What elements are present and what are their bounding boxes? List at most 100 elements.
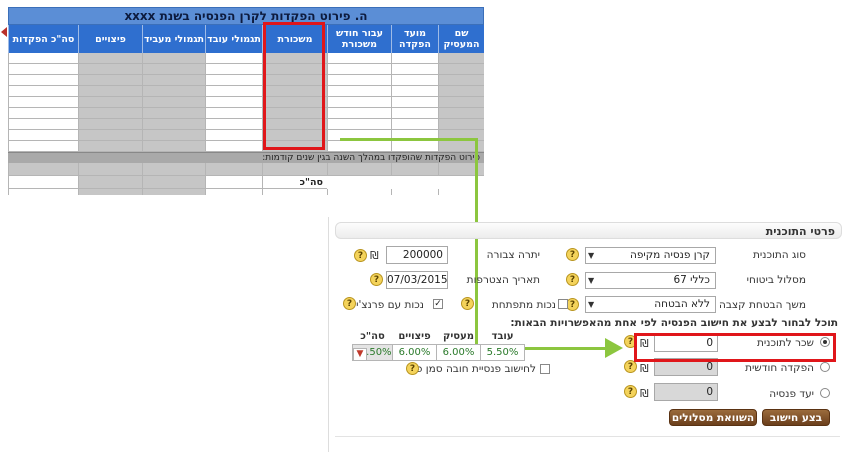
table-cell-salary_month[interactable] — [327, 53, 391, 64]
join-date-label: תאריך הצטרפות — [466, 274, 540, 286]
mandatory-pension-checkbox[interactable] — [540, 364, 550, 374]
table-cell-severance — [78, 141, 142, 152]
table-row — [8, 75, 484, 86]
table-cell-salary_month[interactable] — [327, 64, 391, 75]
table-cell-salary_month[interactable] — [327, 97, 391, 108]
table-cell-employee_contrib[interactable] — [205, 141, 262, 152]
table-cell-employee_contrib[interactable] — [205, 53, 262, 64]
option-monthly-radio[interactable] — [820, 362, 830, 372]
mandatory-pension-help-icon[interactable]: ? — [406, 362, 419, 375]
total-cell-severance — [78, 176, 142, 189]
table-cell-deposit_date[interactable] — [391, 119, 438, 130]
table-cell-employer_name — [438, 53, 484, 64]
developing-disability-help-icon[interactable]: ? — [461, 297, 474, 310]
table-cell-employee_contrib[interactable] — [205, 64, 262, 75]
table-cell-salary_month[interactable] — [327, 119, 391, 130]
table-cell-severance — [78, 130, 142, 141]
column-header-total_deposits: סה"כ הפקדות — [8, 25, 78, 53]
table-cell-employee_contrib[interactable] — [205, 130, 262, 141]
dropdown-arrow-icon: ▼ — [588, 300, 595, 309]
column-header-deposit_date: מועד הפקדה — [391, 25, 438, 53]
table-row — [8, 64, 484, 75]
table-cell-deposit_date[interactable] — [391, 75, 438, 86]
panel-bottom-border — [335, 436, 840, 441]
table-cell-total_deposits[interactable] — [8, 130, 78, 141]
prior-years-cell — [262, 163, 327, 176]
salary-option-highlight — [634, 333, 836, 362]
option-monthly-currency: ₪ — [640, 362, 649, 375]
rate-header-severance: פיצויים — [398, 331, 431, 342]
balance-label: יתרה צבורה — [486, 249, 540, 261]
insurance-track-help-icon[interactable]: ? — [566, 273, 579, 286]
table-cell-deposit_date[interactable] — [391, 64, 438, 75]
table-cell-total_deposits[interactable] — [8, 64, 78, 75]
table-cell-total_deposits[interactable] — [8, 53, 78, 64]
join-date-input[interactable]: 07/03/2015 — [386, 271, 448, 289]
table-cell-salary_month[interactable] — [327, 75, 391, 86]
table-cell-employer_contrib — [142, 141, 205, 152]
option-target-label: יעד פנסיה — [769, 388, 814, 400]
table-cell-total_deposits[interactable] — [8, 119, 78, 130]
rate-employer-value[interactable]: 6.00% — [436, 344, 481, 361]
table-cell-salary_month[interactable] — [327, 141, 391, 152]
table-cell-total_deposits[interactable] — [8, 86, 78, 97]
table-cell-severance — [78, 64, 142, 75]
insurance-track-select[interactable]: כללי 67 ▼ — [585, 272, 716, 289]
option-target-input[interactable]: 0 — [654, 383, 718, 401]
table-cell-total_deposits[interactable] — [8, 141, 78, 152]
table-cell-deposit_date[interactable] — [391, 86, 438, 97]
total-cell-total_deposits — [8, 176, 78, 189]
rate-employee-value[interactable]: 5.50% — [480, 344, 525, 361]
franchise-help-icon[interactable]: ? — [343, 297, 356, 310]
table-cell-employee_contrib[interactable] — [205, 75, 262, 86]
balance-help-icon[interactable]: ? — [354, 249, 367, 262]
dropdown-arrow-icon: ▼ — [588, 251, 595, 260]
option-target-help-icon[interactable]: ? — [624, 385, 637, 398]
rates-dropdown-icon[interactable]: ▼ — [353, 348, 367, 361]
column-header-severance: פיצויים — [78, 25, 142, 53]
table-cell-total_deposits[interactable] — [8, 75, 78, 86]
rate-severance-value[interactable]: 6.00% — [392, 344, 437, 361]
table-cell-salary_month[interactable] — [327, 86, 391, 97]
table-cell-deposit_date[interactable] — [391, 141, 438, 152]
allowance-term-select[interactable]: ללא הבטחה ▼ — [585, 296, 716, 313]
compare-tracks-button[interactable]: השוואת מסלולים — [669, 409, 757, 426]
plan-type-help-icon[interactable]: ? — [566, 248, 579, 261]
table-cell-employer_name — [438, 108, 484, 119]
insurance-track-label: מסלול ביטוחי — [746, 274, 806, 286]
table-row — [8, 53, 484, 64]
join-date-help-icon[interactable]: ? — [370, 273, 383, 286]
table-cell-employee_contrib[interactable] — [205, 86, 262, 97]
table-cell-severance — [78, 108, 142, 119]
bottom-cell — [262, 189, 327, 195]
table-cell-deposit_date[interactable] — [391, 97, 438, 108]
developing-disability-checkbox[interactable] — [558, 299, 568, 309]
table-cell-employer_name — [438, 97, 484, 108]
rate-header-employer: מעסיק — [442, 331, 474, 342]
table-cell-employee_contrib[interactable] — [205, 108, 262, 119]
total-cell-deposit_date — [391, 176, 438, 189]
table-cell-total_deposits[interactable] — [8, 108, 78, 119]
table-cell-total_deposits[interactable] — [8, 97, 78, 108]
franchise-checkbox[interactable]: ✓ — [433, 299, 443, 309]
plan-type-select[interactable]: קרן פנסיה מקיפה ▼ — [585, 247, 716, 264]
bottom-cell — [205, 189, 262, 195]
bottom-cell — [391, 189, 438, 195]
bottom-cell — [327, 189, 391, 195]
table-cell-deposit_date[interactable] — [391, 108, 438, 119]
option-target-radio[interactable] — [820, 388, 830, 398]
table-cell-salary_month[interactable] — [327, 108, 391, 119]
bottom-cell — [8, 189, 78, 195]
table-cell-employee_contrib[interactable] — [205, 97, 262, 108]
table-cell-employee_contrib[interactable] — [205, 119, 262, 130]
table-cell-employer_contrib — [142, 119, 205, 130]
table-cell-deposit_date[interactable] — [391, 53, 438, 64]
table-cell-severance — [78, 97, 142, 108]
prior-years-cell — [142, 163, 205, 176]
left-scroll-arrow-icon[interactable] — [1, 27, 7, 37]
table-cell-severance — [78, 119, 142, 130]
balance-input[interactable]: 200000 — [386, 246, 448, 264]
developing-disability-label: נכות מתפתחת — [491, 299, 556, 311]
calculate-button[interactable]: בצע חישוב — [762, 409, 830, 426]
table-cell-employer_name — [438, 75, 484, 86]
